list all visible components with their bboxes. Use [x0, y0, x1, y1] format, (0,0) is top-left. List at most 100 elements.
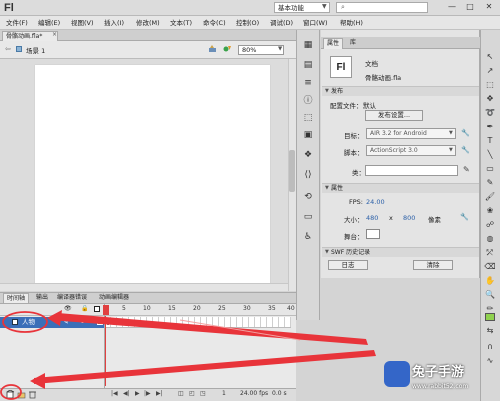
tab-properties[interactable]: 属性 [323, 38, 344, 49]
grid-icon[interactable]: ▤ [302, 60, 314, 71]
pen-tool-icon[interactable]: ✒ [483, 120, 497, 133]
scene-panel-icon[interactable]: ▭ [302, 212, 314, 223]
menu-file[interactable]: 文件(F) [6, 17, 28, 29]
brush-tool-icon[interactable]: 🖌 [483, 190, 497, 203]
fps-readout[interactable]: 24.00 fps [240, 390, 268, 397]
visibility-dot[interactable] [81, 320, 84, 323]
log-button[interactable]: 日志 [328, 260, 368, 270]
delete-icon[interactable] [28, 390, 37, 399]
rectangle-tool-icon[interactable]: ▭ [483, 162, 497, 175]
lasso-tool-icon[interactable]: ➰ [483, 106, 497, 119]
smooth-icon[interactable]: ∿ [483, 354, 497, 367]
menu-help[interactable]: 帮助(H) [340, 17, 363, 29]
onion-outline-icon[interactable]: ◰ [189, 390, 195, 397]
properties-section[interactable]: 属性 [322, 183, 479, 193]
next-frame-icon[interactable]: |▶ [144, 390, 151, 397]
pencil-tool-icon[interactable]: ✎ [483, 176, 497, 189]
stage-canvas[interactable] [35, 65, 270, 285]
bone-tool-icon[interactable]: ☍ [483, 218, 497, 231]
zoom-tool-icon[interactable]: 🔍 [483, 288, 497, 301]
tab-motion-editor[interactable]: 动画编辑器 [96, 293, 132, 303]
paint-bucket-tool-icon[interactable]: ◍ [483, 232, 497, 245]
play-icon[interactable]: ▶ [135, 390, 140, 397]
eye-icon[interactable]: 👁 [64, 305, 72, 312]
snap-icon[interactable]: ∩ [483, 340, 497, 353]
text-tool-icon[interactable]: T [483, 134, 497, 147]
clear-button[interactable]: 清除 [413, 260, 453, 270]
current-frame[interactable]: 1 [222, 390, 226, 397]
fill-color-swatch[interactable] [485, 313, 495, 321]
menu-text[interactable]: 文本(T) [170, 17, 192, 29]
tab-compiler-errors[interactable]: 编译器错误 [54, 293, 90, 303]
tab-output[interactable]: 输出 [33, 293, 51, 303]
back-arrow-icon[interactable]: ⇦ [5, 45, 11, 53]
onion-skin-icon[interactable]: ◫ [178, 390, 184, 397]
edit-multiple-icon[interactable]: ◳ [200, 390, 206, 397]
eraser-tool-icon[interactable]: ⌫ [483, 260, 497, 273]
playhead[interactable] [105, 316, 106, 386]
close-button[interactable]: ✕ [481, 1, 497, 14]
menu-edit[interactable]: 编辑(E) [38, 17, 60, 29]
tab-library[interactable]: 库 [347, 38, 359, 49]
menu-window[interactable]: 窗口(W) [303, 17, 328, 29]
chevron-down-icon[interactable]: ▼ [449, 130, 453, 136]
new-folder-icon[interactable] [17, 390, 26, 399]
wrench-icon[interactable]: 🔧 [460, 213, 469, 221]
first-frame-icon[interactable]: |◀ [111, 390, 118, 397]
align-icon[interactable]: ≡ [302, 78, 314, 89]
tab-timeline[interactable]: 时间轴 [3, 293, 30, 303]
width-value[interactable]: 480 [366, 214, 378, 222]
menu-commands[interactable]: 命令(C) [203, 17, 226, 29]
close-icon[interactable]: × [52, 31, 57, 38]
horizontal-scrollbar[interactable] [0, 283, 288, 291]
free-transform-tool-icon[interactable]: ⬚ [483, 78, 497, 91]
last-frame-icon[interactable]: ▶| [156, 390, 163, 397]
frames-row[interactable] [105, 317, 291, 328]
fps-value[interactable]: 24.00 [366, 198, 385, 206]
transform-icon[interactable]: ⬚ [302, 113, 314, 124]
accessibility-icon[interactable]: ♿ [302, 232, 314, 243]
playhead-handle[interactable] [103, 305, 109, 315]
minimize-button[interactable]: — [444, 1, 460, 14]
outline-icon[interactable] [94, 306, 100, 312]
maximize-button[interactable]: □ [462, 1, 478, 14]
history-icon[interactable]: ⟲ [302, 192, 314, 203]
info-icon[interactable]: ⓘ [302, 96, 314, 107]
components-icon[interactable]: ▣ [302, 130, 314, 141]
chevron-down-icon[interactable]: ▼ [325, 88, 329, 94]
lock-dot[interactable] [89, 320, 92, 323]
edit-scene-icon[interactable] [208, 44, 217, 53]
deco-tool-icon[interactable]: ❀ [483, 204, 497, 217]
menu-modify[interactable]: 修改(M) [136, 17, 160, 29]
menu-debug[interactable]: 调试(D) [270, 17, 293, 29]
chevron-down-icon[interactable]: ▼ [325, 185, 329, 191]
chevron-down-icon[interactable]: ▼ [278, 46, 282, 52]
target-select[interactable]: AIR 3.2 for Android [366, 128, 456, 139]
scrollbar-thumb[interactable] [289, 150, 295, 192]
code-snippets-icon[interactable]: ⟨⟩ [302, 170, 314, 181]
menu-insert[interactable]: 插入(I) [104, 17, 124, 29]
pencil-icon[interactable]: ✎ [463, 165, 470, 174]
layer-name[interactable]: 人物 [22, 317, 35, 328]
script-select[interactable]: ActionScript 3.0 [366, 145, 456, 156]
edit-symbol-icon[interactable] [223, 44, 232, 53]
publish-section[interactable]: 发布 [322, 86, 479, 96]
subselection-tool-icon[interactable]: ↗ [483, 64, 497, 77]
swf-history-section[interactable]: SWF 历史记录 [322, 247, 479, 257]
scene-label[interactable]: 场景 1 [26, 45, 45, 55]
hand-tool-icon[interactable]: ✋ [483, 274, 497, 287]
eyedropper-tool-icon[interactable]: ⤱ [483, 246, 497, 259]
layer-color-outline[interactable] [97, 319, 103, 325]
3d-rotation-tool-icon[interactable]: ✥ [483, 92, 497, 105]
chevron-down-icon[interactable]: ▼ [325, 249, 329, 255]
menu-control[interactable]: 控制(O) [236, 17, 259, 29]
new-layer-icon[interactable] [6, 390, 15, 399]
wrench-icon[interactable]: 🔧 [461, 129, 470, 137]
chevron-down-icon[interactable]: ▼ [449, 147, 453, 153]
prev-frame-icon[interactable]: ◀| [123, 390, 130, 397]
color-swatch-icon[interactable]: ▦ [302, 40, 314, 51]
stage-color-swatch[interactable] [366, 229, 380, 239]
lock-icon[interactable]: 🔒 [81, 305, 88, 312]
keyframe[interactable] [106, 319, 110, 325]
publish-settings-button[interactable]: 发布设置... [365, 110, 423, 121]
